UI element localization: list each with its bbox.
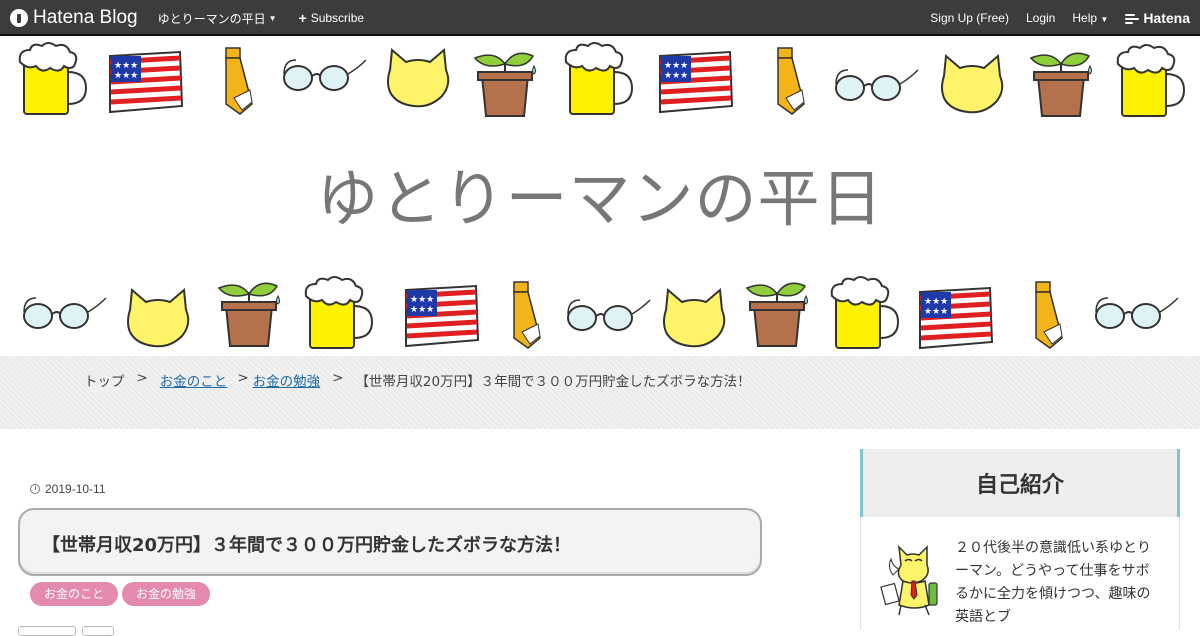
plus-icon: + bbox=[298, 10, 307, 26]
hatena-lines-icon bbox=[1125, 13, 1140, 24]
breadcrumb-current: 【世帯月収20万円】３年間で３００万円貯金したズボラな方法！ bbox=[355, 374, 751, 390]
signup-link[interactable]: Sign Up (Free) bbox=[930, 11, 1009, 25]
help-label: Help bbox=[1072, 11, 1098, 25]
sidebar-profile-body: ２０代後半の意識低い系ゆとりーマン。どうやって仕事をサボるかに全力を傾けつつ、趣… bbox=[860, 517, 1180, 630]
hatena-blog-logo[interactable]: Hatena Blog bbox=[10, 7, 138, 29]
share-button[interactable] bbox=[18, 626, 76, 636]
navbar-left: Hatena Blog ゆとりーマンの平日 ▼ + Subscribe bbox=[10, 0, 364, 36]
breadcrumb: トップ > お金のこと > お金の勉強 > 【世帯月収20万円】３年間で３００万… bbox=[84, 370, 751, 390]
breadcrumb-category-money[interactable]: お金のこと bbox=[160, 370, 228, 390]
breadcrumb-category-study[interactable]: お金の勉強 bbox=[253, 370, 321, 390]
sidebar-profile-header: 自己紹介 bbox=[860, 449, 1180, 517]
help-dropdown[interactable]: Help ▼ bbox=[1072, 11, 1108, 25]
subscribe-label: Subscribe bbox=[310, 11, 365, 25]
hatena-logo[interactable]: Hatena bbox=[1125, 10, 1190, 26]
entry-title[interactable]: 【世帯月収20万円】３年間で３００万円貯金したズボラな方法！ bbox=[42, 531, 571, 557]
sidebar-profile-title: 自己紹介 bbox=[975, 473, 1064, 498]
subscribe-button[interactable]: + Subscribe bbox=[299, 11, 365, 25]
entry-title-box: 【世帯月収20万円】３年間で３００万円貯金したズボラな方法！ bbox=[18, 508, 762, 576]
blog-menu-dropdown[interactable]: ゆとりーマンの平日 ▼ bbox=[158, 10, 277, 27]
clock-icon bbox=[30, 484, 40, 494]
profile-description: ２０代後半の意識低い系ゆとりーマン。どうやって仕事をサボるかに全力を傾けつつ、趣… bbox=[955, 540, 1151, 625]
profile-avatar[interactable] bbox=[879, 535, 945, 619]
hatena-navbar: Hatena Blog ゆとりーマンの平日 ▼ + Subscribe Sign… bbox=[0, 0, 1200, 36]
breadcrumb-separator: > bbox=[237, 370, 249, 386]
entry-categories: お金のこと お金の勉強 bbox=[30, 582, 211, 606]
entry-date[interactable]: 2019-10-11 bbox=[30, 482, 106, 496]
category-tag-study[interactable]: お金の勉強 bbox=[122, 582, 211, 606]
caret-down-icon: ▼ bbox=[268, 13, 277, 23]
blog-title[interactable]: ゆとりーマンの平日 bbox=[0, 148, 1200, 238]
breadcrumb-separator: > bbox=[136, 370, 148, 386]
share-button[interactable] bbox=[82, 626, 114, 636]
breadcrumb-separator: > bbox=[332, 370, 344, 386]
navbar-right: Sign Up (Free) Login Help ▼ Hatena bbox=[930, 0, 1190, 36]
hatena-logo-text: Hatena bbox=[1143, 10, 1190, 26]
entry-date-text: 2019-10-11 bbox=[45, 482, 106, 496]
caret-down-icon: ▼ bbox=[1100, 15, 1109, 24]
breadcrumb-top[interactable]: トップ bbox=[84, 370, 125, 390]
hatena-blog-logo-text: Hatena Blog bbox=[33, 7, 138, 28]
blog-menu-label: ゆとりーマンの平日 bbox=[157, 11, 266, 26]
blog-header: ★★★ ★★★ ゆとりーマンの平日 bbox=[0, 38, 1200, 356]
hatena-blog-logo-icon bbox=[10, 9, 28, 27]
login-link[interactable]: Login bbox=[1026, 11, 1055, 25]
category-tag-money[interactable]: お金のこと bbox=[30, 582, 119, 606]
breadcrumb-band: トップ > お金のこと > お金の勉強 > 【世帯月収20万円】３年間で３００万… bbox=[0, 356, 1200, 429]
